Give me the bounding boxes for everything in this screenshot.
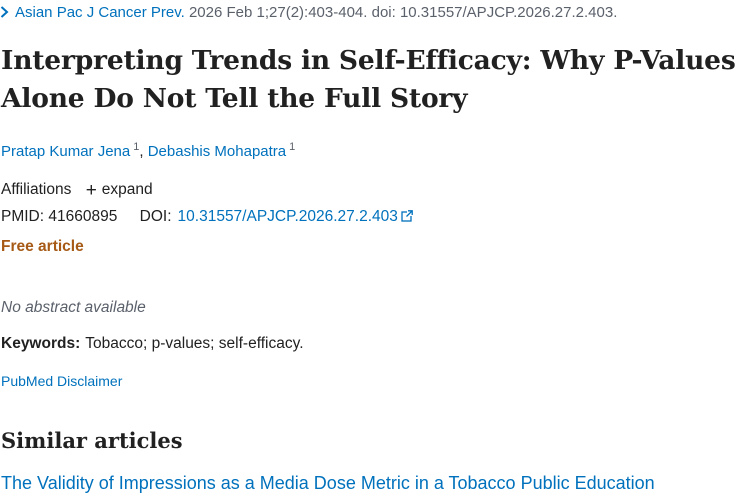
plus-icon: + [85, 180, 97, 201]
citation-line: Asian Pac J Cancer Prev. 2026 Feb 1;27(2… [0, 4, 617, 21]
external-link-icon [401, 210, 413, 222]
author-list: Pratap Kumar Jena 1, Debashis Mohapatra 1 [1, 141, 295, 160]
doi-link[interactable]: 10.31557/APJCP.2026.27.2.403 [178, 208, 413, 225]
author-link[interactable]: Pratap Kumar Jena [1, 143, 130, 160]
journal-link[interactable]: Asian Pac J Cancer Prev. [15, 4, 185, 21]
pmid-label: PMID: [1, 208, 45, 225]
chevron-right-icon [0, 6, 9, 18]
pmid-value: 41660895 [48, 208, 118, 225]
keywords-label: Keywords: [1, 335, 81, 352]
affiliation-ref[interactable]: 1 [289, 141, 295, 153]
keywords-row: Keywords: Tobacco; p-values; self-efficac… [1, 335, 304, 353]
expand-label: expand [101, 181, 153, 198]
pubmed-disclaimer-link[interactable]: PubMed Disclaimer [1, 373, 122, 389]
author-link[interactable]: Debashis Mohapatra [148, 143, 286, 160]
author-separator: , [139, 143, 144, 160]
article-page: Asian Pac J Cancer Prev. 2026 Feb 1;27(2… [0, 0, 750, 500]
similar-articles-heading: Similar articles [1, 428, 183, 453]
article-title: Interpreting Trends in Self-Efficacy: Wh… [1, 45, 736, 114]
identifiers-row: PMID: 41660895 DOI: 10.31557/APJCP.2026.2… [1, 208, 413, 226]
affiliations-label: Affiliations [1, 181, 72, 198]
doi-label: DOI: [139, 208, 172, 225]
affiliations-row: Affiliations + expand [1, 180, 153, 202]
doi-value: 10.31557/APJCP.2026.27.2.403 [177, 208, 398, 225]
expand-affiliations-button[interactable]: + expand [86, 180, 153, 202]
keywords-value: Tobacco; p-values; self-efficacy. [85, 335, 304, 352]
free-article-badge: Free article [1, 238, 84, 255]
abstract-status: No abstract available [1, 299, 146, 316]
citation-details: 2026 Feb 1;27(2):403-404. doi: 10.31557/… [188, 4, 618, 21]
similar-article-link[interactable]: The Validity of Impressions as a Media D… [1, 470, 746, 496]
